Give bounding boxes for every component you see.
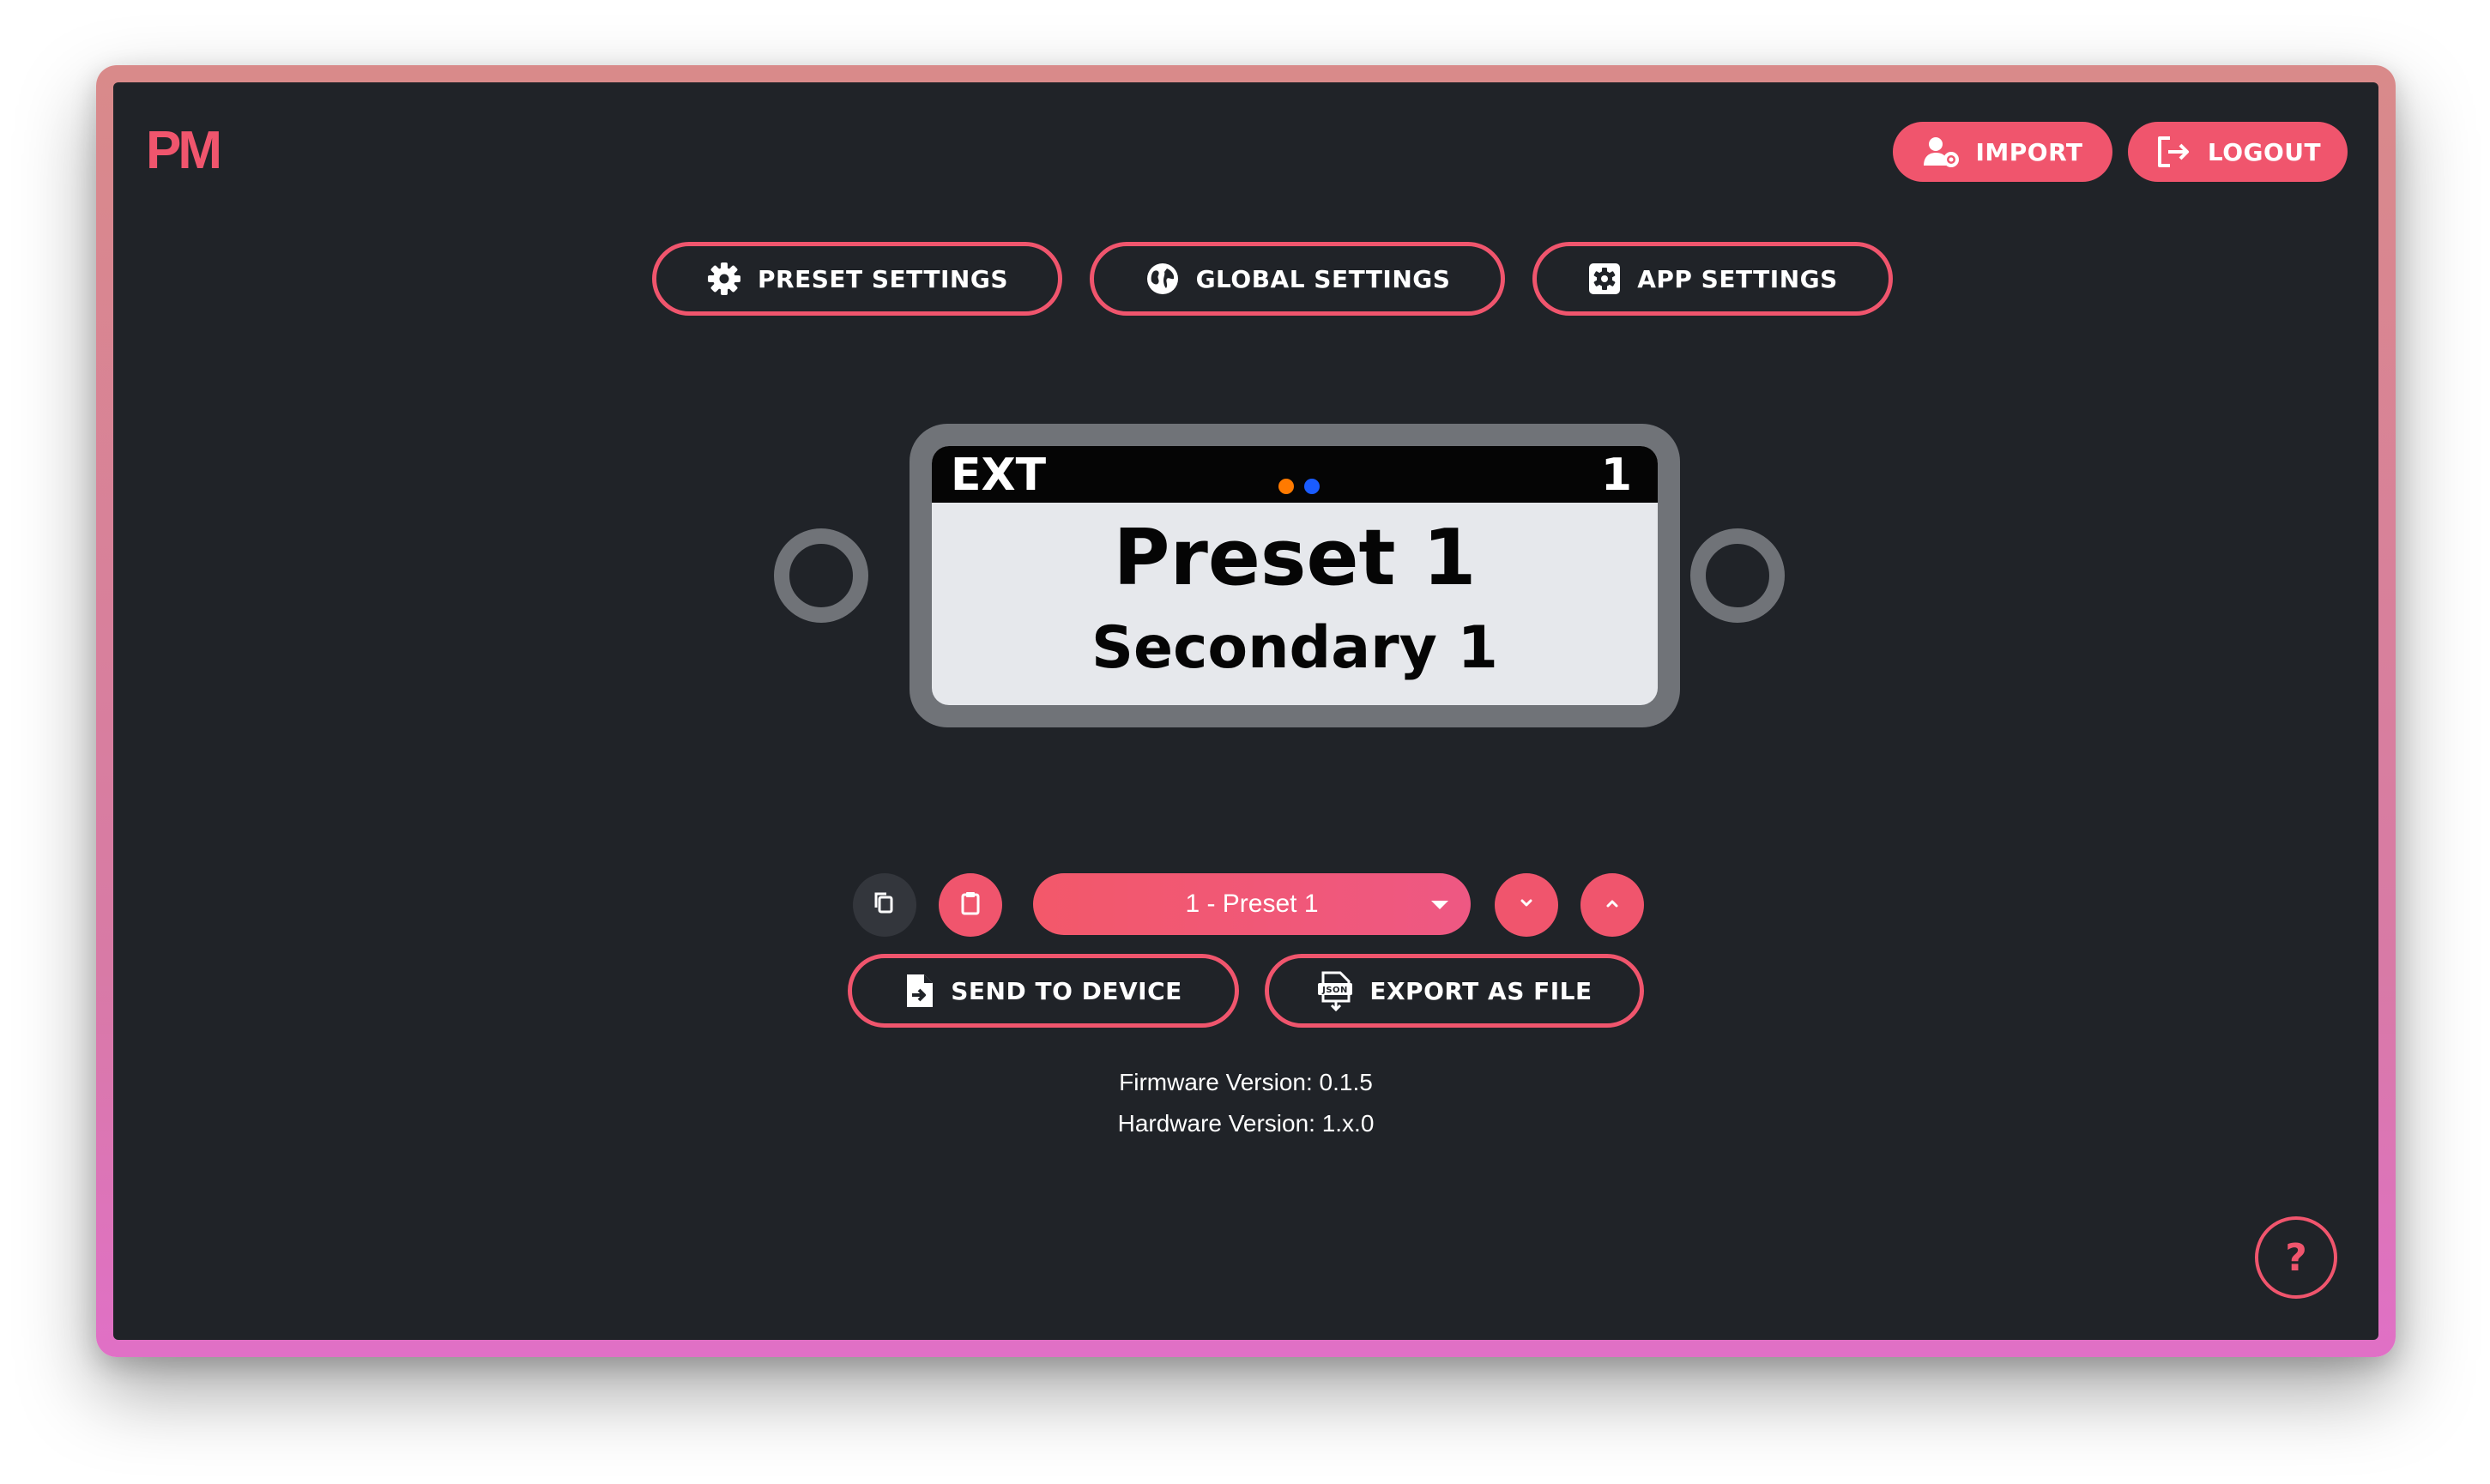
app-settings-button[interactable]: APP SETTINGS [1532, 242, 1893, 316]
right-knob[interactable] [1690, 528, 1785, 623]
export-as-file-button[interactable]: JSON EXPORT AS FILE [1265, 954, 1644, 1028]
preset-settings-label: PRESET SETTINGS [758, 264, 1008, 293]
send-to-device-label: SEND TO DEVICE [951, 976, 1182, 1005]
logout-button[interactable]: LOGOUT [2128, 122, 2348, 182]
app-window: PM IMPORT LOGOUT PRESET SETTINGS GLOBAL … [96, 65, 2396, 1357]
firmware-version: Firmware Version: 0.1.5 [1119, 1069, 1373, 1095]
svg-text:JSON: JSON [1321, 986, 1348, 995]
clipboard-icon [958, 890, 982, 920]
indicator-dot-blue [1304, 479, 1320, 494]
caret-down-icon [1431, 901, 1448, 909]
user-gear-icon [1922, 135, 1960, 169]
display-mode: EXT [951, 449, 1047, 501]
display-bank-number: 1 [1600, 449, 1632, 501]
json-file-icon: JSON [1316, 970, 1354, 1011]
preset-select-value: 1 - Preset 1 [1185, 890, 1319, 918]
import-label: IMPORT [1975, 137, 2083, 166]
app-logo[interactable]: PM [146, 120, 222, 181]
chevron-down-icon [1518, 897, 1535, 914]
display-preset-name: Preset 1 [1113, 513, 1477, 603]
logout-icon [2155, 135, 2192, 169]
device-screen: EXT 1 Preset 1 Secondary 1 [932, 446, 1658, 705]
copy-button[interactable] [853, 873, 916, 937]
global-settings-label: GLOBAL SETTINGS [1195, 264, 1451, 293]
copy-icon [873, 890, 897, 920]
display-secondary-name: Secondary 1 [1091, 614, 1498, 682]
settings-app-icon [1587, 262, 1622, 296]
app-settings-label: APP SETTINGS [1637, 264, 1838, 293]
indicator-dot-orange [1278, 479, 1294, 494]
preset-up-button[interactable] [1580, 873, 1644, 937]
logout-label: LOGOUT [2207, 137, 2322, 166]
preset-select[interactable]: 1 - Preset 1 [1033, 873, 1471, 935]
paste-button[interactable] [939, 873, 1002, 937]
gear-icon [706, 261, 742, 297]
hardware-version: Hardware Version: 1.x.0 [1117, 1110, 1375, 1137]
preset-down-button[interactable] [1495, 873, 1558, 937]
help-button[interactable]: ? [2255, 1216, 2337, 1299]
export-as-file-label: EXPORT AS FILE [1369, 976, 1593, 1005]
global-settings-button[interactable]: GLOBAL SETTINGS [1090, 242, 1505, 316]
left-knob[interactable] [774, 528, 868, 623]
display-status-bar: EXT 1 [932, 446, 1658, 503]
preset-settings-button[interactable]: PRESET SETTINGS [652, 242, 1062, 316]
send-to-device-button[interactable]: SEND TO DEVICE [848, 954, 1239, 1028]
file-send-icon [904, 972, 935, 1010]
globe-icon [1145, 261, 1181, 297]
import-button[interactable]: IMPORT [1893, 122, 2112, 182]
app-main: PM IMPORT LOGOUT PRESET SETTINGS GLOBAL … [113, 82, 2378, 1340]
device-display: EXT 1 Preset 1 Secondary 1 [910, 424, 1680, 727]
chevron-up-icon [1604, 897, 1621, 914]
